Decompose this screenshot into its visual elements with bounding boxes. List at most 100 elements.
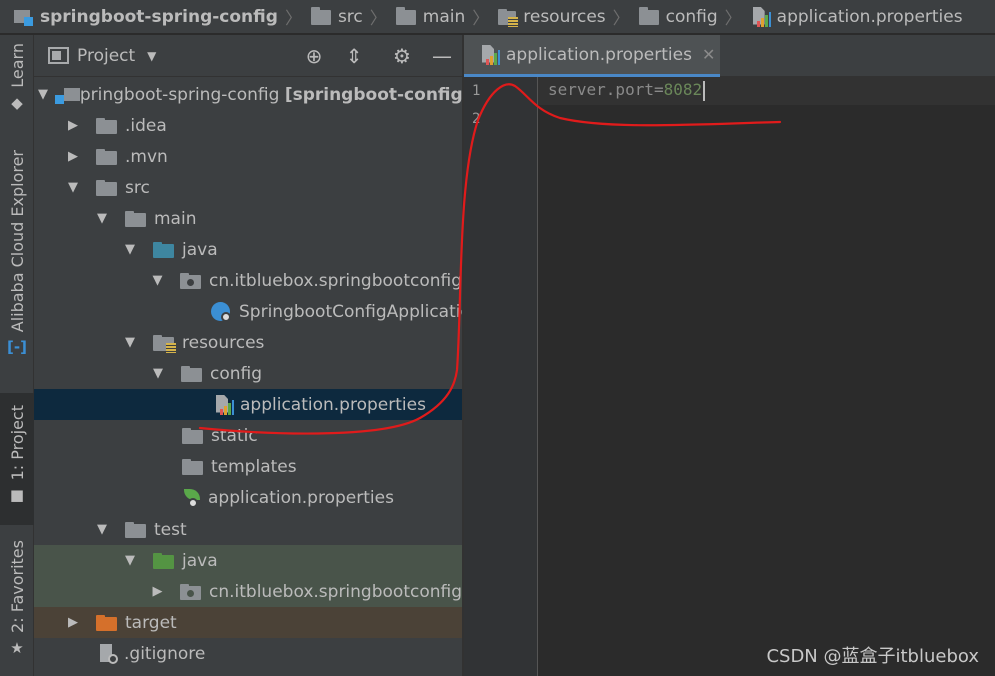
property-value: 8082	[663, 80, 703, 99]
tree-item-folder[interactable]: ▼ src	[34, 172, 462, 203]
collapsed-arrow-icon[interactable]: ▶	[66, 118, 80, 133]
tree-item-class[interactable]: SpringbootConfigApplicatio	[34, 296, 462, 327]
tree-item-label: application.properties	[208, 487, 394, 508]
collapsed-arrow-icon[interactable]: ▶	[151, 584, 164, 599]
breadcrumb-config[interactable]: config	[638, 6, 718, 27]
tool-tab-label: Learn	[7, 43, 27, 88]
locate-file-icon[interactable]: ⊕	[294, 36, 334, 76]
expand-arrow-icon[interactable]: ▼	[95, 211, 109, 226]
breadcrumb-src[interactable]: src	[310, 6, 363, 27]
expand-arrow-icon[interactable]: ▼	[151, 273, 164, 288]
tree-item-label: application.properties	[240, 394, 426, 415]
tree-item-label: .idea	[125, 115, 167, 136]
tree-item-label: cn.itbluebox.springbootconfig	[209, 581, 462, 602]
spring-boot-class-icon	[211, 301, 231, 322]
tree-item-label: .mvn	[125, 146, 168, 167]
chevron-right-icon: 〉	[472, 9, 490, 29]
editor-tab-bar: application.properties ✕	[464, 35, 995, 77]
expand-arrow-icon[interactable]: ▼	[66, 180, 80, 195]
folder-icon	[310, 6, 331, 25]
tree-item-label: SpringbootConfigApplicatio	[239, 301, 462, 322]
folder-icon	[182, 427, 203, 444]
tree-item-folder[interactable]: ▶ .mvn	[34, 141, 462, 172]
collapse-all-icon[interactable]: ⇕	[334, 36, 374, 76]
graduation-cap-icon: ◆	[11, 93, 23, 112]
properties-file-icon	[214, 394, 234, 415]
excluded-folder-icon	[96, 614, 117, 631]
tree-item-excluded-folder[interactable]: ▶ target	[34, 607, 462, 638]
breadcrumb-module[interactable]: springboot-spring-config	[14, 7, 278, 27]
close-icon[interactable]: ✕	[702, 45, 715, 64]
expand-arrow-icon[interactable]: ▼	[95, 522, 109, 537]
code-line-1[interactable]: server.port=8082	[548, 80, 706, 101]
tool-tab-alibaba-cloud[interactable]: Alibaba Cloud Explorer [-]	[0, 150, 34, 356]
tree-item-package[interactable]: ▼ cn.itbluebox.springbootconfig	[34, 265, 463, 296]
tree-item-label: main	[154, 208, 197, 229]
tree-item-folder[interactable]: ▼ test	[34, 514, 462, 545]
text-caret	[703, 80, 706, 101]
tree-item-file[interactable]: .gitignore	[34, 638, 462, 669]
alibaba-cloud-icon: [-]	[7, 338, 27, 357]
breadcrumb-label: application.properties	[776, 6, 963, 27]
watermark: CSDN @蓝盒子itbluebox	[766, 646, 979, 667]
collapsed-arrow-icon[interactable]: ▶	[66, 615, 80, 630]
tree-item-folder[interactable]: static	[34, 420, 462, 451]
tree-item-source-folder[interactable]: ▼ java	[34, 234, 462, 265]
tool-tab-project[interactable]: 1: Project ■	[0, 393, 34, 525]
chevron-right-icon: 〉	[369, 9, 387, 29]
tree-item-file[interactable]: application.properties	[34, 482, 462, 513]
folder-icon	[182, 458, 203, 475]
line-number: 2	[472, 111, 481, 127]
chevron-right-icon: 〉	[724, 9, 742, 29]
folder-icon	[125, 210, 146, 227]
tree-item-label: target	[125, 612, 177, 633]
breadcrumb-resources[interactable]: resources	[498, 6, 606, 27]
module-icon	[14, 7, 33, 26]
gear-icon[interactable]: ⚙	[382, 36, 422, 76]
folder-icon	[96, 117, 117, 134]
expand-arrow-icon[interactable]: ▼	[151, 366, 165, 381]
folder-icon	[638, 6, 659, 25]
breadcrumb-main[interactable]: main	[395, 6, 465, 27]
tool-tab-favorites[interactable]: 2: Favorites ★	[0, 540, 34, 657]
line-number: 1	[472, 83, 481, 99]
tree-item-folder[interactable]: templates	[34, 451, 462, 482]
code-editor[interactable]: server.port=8082	[538, 77, 995, 676]
property-key: server.port=	[548, 80, 664, 99]
project-panel: Project ▼ ⊕ ⇕ ⚙ — ▼ springboot-spring-co…	[34, 35, 462, 676]
tree-item-module[interactable]: ▼ springboot-spring-config [springboot-c…	[34, 79, 462, 110]
folder-icon	[395, 6, 416, 25]
breadcrumb-file[interactable]: application.properties	[751, 6, 963, 27]
project-panel-header: Project ▼ ⊕ ⇕ ⚙ —	[34, 35, 462, 77]
hide-panel-icon[interactable]: —	[422, 36, 462, 76]
breadcrumb-label: springboot-spring-config	[40, 6, 278, 27]
spring-properties-icon	[182, 488, 202, 508]
tree-item-resources-folder[interactable]: ▼ resources	[34, 327, 462, 358]
resources-folder-icon	[153, 334, 176, 353]
tree-item-package[interactable]: ▶ cn.itbluebox.springbootconfig	[34, 576, 462, 607]
breadcrumb-label: resources	[523, 6, 606, 27]
tree-item-folder[interactable]: ▶ .idea	[34, 110, 462, 141]
star-icon: ★	[10, 638, 24, 657]
editor-tab-active[interactable]: application.properties ✕	[464, 35, 720, 77]
collapsed-arrow-icon[interactable]: ▶	[66, 149, 80, 164]
project-window-icon	[48, 47, 69, 64]
tree-item-folder[interactable]: ▼ main	[34, 203, 462, 234]
tree-item-file-selected[interactable]: application.properties	[34, 389, 462, 420]
folder-icon	[125, 521, 146, 538]
expand-arrow-icon[interactable]: ▼	[123, 242, 137, 257]
tool-tab-learn[interactable]: Learn ◆	[0, 43, 34, 112]
ignore-file-icon	[98, 643, 118, 664]
expand-arrow-icon[interactable]: ▼	[38, 87, 48, 102]
project-panel-title: Project	[77, 45, 136, 66]
tree-item-label: .gitignore	[124, 643, 206, 664]
tree-item-test-folder[interactable]: ▼ java	[34, 545, 462, 576]
breadcrumb-label: src	[337, 6, 363, 27]
expand-arrow-icon[interactable]: ▼	[123, 553, 137, 568]
tree-item-folder[interactable]: ▼ config	[34, 358, 462, 389]
project-view-selector[interactable]: Project ▼	[48, 46, 156, 66]
tree-item-label: cn.itbluebox.springbootconfig	[209, 270, 462, 291]
chevron-right-icon: 〉	[284, 9, 302, 29]
expand-arrow-icon[interactable]: ▼	[123, 335, 137, 350]
tree-item-module-name: [springboot-config	[284, 84, 462, 105]
